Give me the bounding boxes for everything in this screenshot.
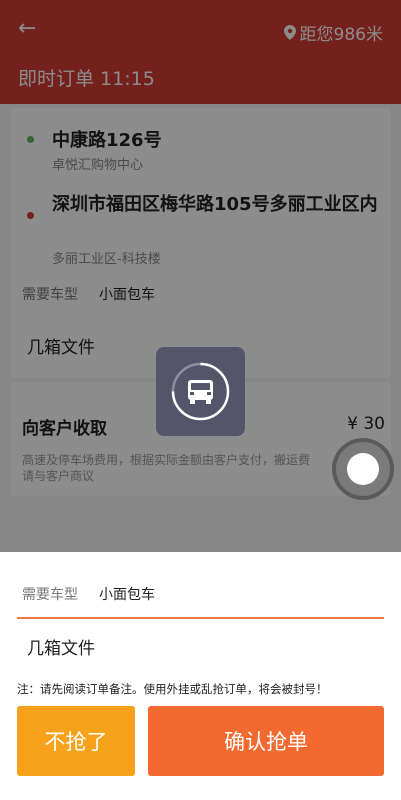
floating-assist-button[interactable] xyxy=(336,442,390,496)
assist-circle-icon xyxy=(347,453,379,485)
confirm-grab-button[interactable]: 确认抢单 xyxy=(148,706,384,776)
decline-button[interactable]: 不抢了 xyxy=(17,706,135,776)
sheet-cargo: 几箱文件 xyxy=(27,639,95,659)
sheet-vehicle-label: 需要车型 xyxy=(22,587,78,603)
sheet-vehicle-value: 小面包车 xyxy=(99,587,155,603)
truck-loading-icon xyxy=(171,362,230,421)
divider xyxy=(17,617,384,619)
loading-indicator xyxy=(156,347,245,436)
grab-notice: 注：请先阅读订单备注。使用外挂或乱抢订单，将会被封号！ xyxy=(17,682,328,696)
